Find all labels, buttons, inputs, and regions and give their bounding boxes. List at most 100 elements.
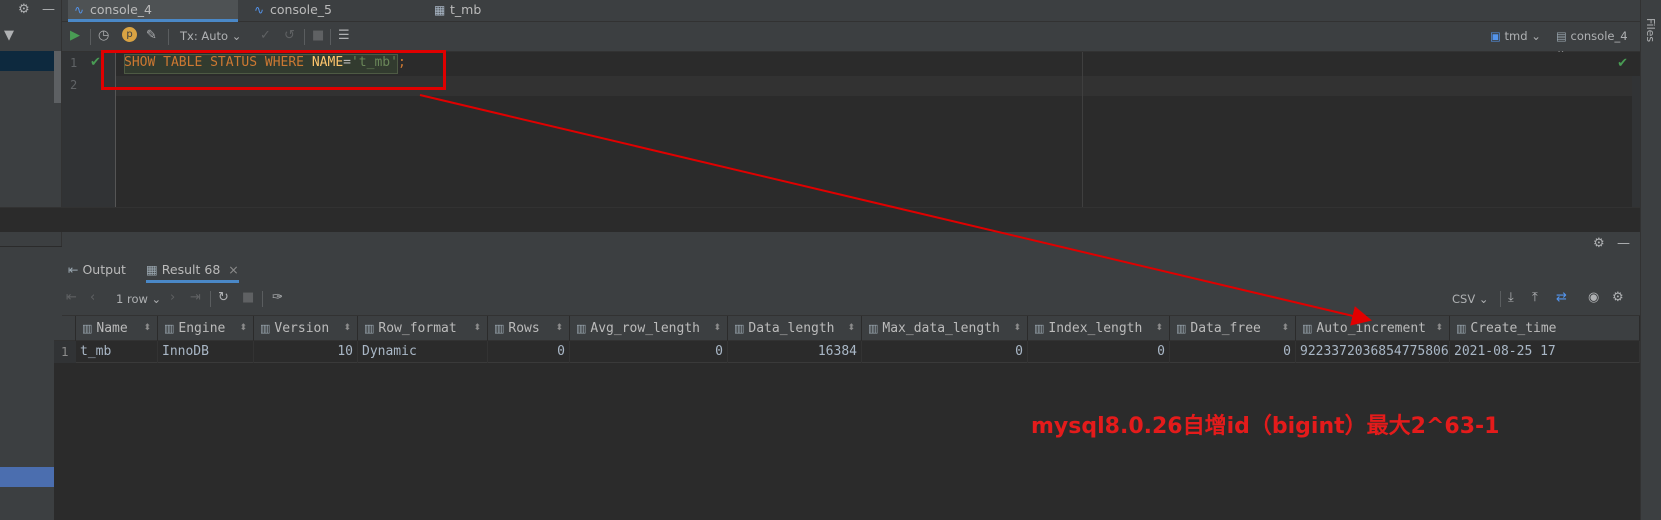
check-icon: ✔ [90,55,101,70]
column-label: Auto_increment [1316,321,1426,336]
table-cell[interactable]: 0 [488,341,570,363]
editor-scrollbar[interactable] [1632,76,1640,207]
compare-icon[interactable]: ⇄ [1556,290,1567,305]
tab-console-5[interactable]: ∿ console_5 [@localhost]× [248,0,418,37]
sort-icon[interactable]: ⬍ [713,316,721,341]
minimize-icon[interactable]: — [1617,236,1630,251]
column-label: Create_time [1470,321,1557,336]
table-cell[interactable]: 10 [254,341,358,363]
datagrip-window: ⚙ — ▼ Files ∿ console_4 [@localhost]× ∿ … [0,0,1661,520]
column-icon: ▥ [576,322,587,335]
column-icon: ▥ [260,322,271,335]
filter-icon[interactable]: ▼ [4,28,14,43]
output-layout-icon[interactable]: ☰ [338,28,350,43]
table-cell[interactable]: 2021-08-25 17 [1450,341,1640,363]
sort-icon[interactable]: ⬍ [239,316,247,341]
table-cell[interactable]: 0 [570,341,728,363]
column-icon: ▥ [1034,322,1045,335]
tab-t-mb[interactable]: ▦ t_mb [@localhost]× [428,0,578,37]
first-page-icon[interactable]: ⇤ [66,290,77,305]
column-header[interactable]: ▥ Data_length ⬍ [728,316,862,341]
sort-icon[interactable]: ⬍ [1155,316,1163,341]
column-label: Row_format [378,321,457,336]
history-icon[interactable]: ◷ [98,28,109,43]
parameters-icon[interactable]: p [122,27,137,42]
column-header[interactable]: ▥ Create_time [1450,316,1640,341]
settings-icon[interactable]: ⚙ [18,2,30,17]
column-header[interactable]: ▥ Auto_increment ⬍ [1296,316,1450,341]
line-number: 2 [70,78,78,92]
column-header[interactable]: ▥ Version ⬍ [254,316,358,341]
wrench-icon[interactable]: ✎ [146,28,157,43]
prev-page-icon[interactable]: ‹ [90,290,95,305]
column-icon: ▥ [734,322,745,335]
column-header[interactable]: ▥ Avg_row_length ⬍ [570,316,728,341]
settings-icon[interactable]: ⚙ [1612,290,1624,305]
close-icon[interactable]: × [228,262,238,277]
download-icon[interactable]: ⤓ [1508,290,1514,305]
table-cell[interactable]: 0 [862,341,1028,363]
table-cell[interactable]: 0 [1028,341,1170,363]
column-header[interactable]: ▥ Name ⬍ [76,316,158,341]
tab-console-4[interactable]: ∿ console_4 [@localhost]× [68,0,238,37]
column-header[interactable]: ▥ Index_length ⬍ [1028,316,1170,341]
column-header[interactable]: ▥ Engine ⬍ [158,316,254,341]
view-icon[interactable]: ◉ [1588,290,1599,305]
column-header[interactable]: ▥ Rows ⬍ [488,316,570,341]
minimize-icon[interactable]: — [42,2,55,17]
table-cell[interactable]: t_mb [76,341,158,363]
line-number: 1 [70,56,78,70]
files-tool-button[interactable]: Files [1644,18,1657,42]
table-row[interactable]: 1 t_mb InnoDB 10 Dynamic 0 0 16384 0 0 0… [54,341,1640,363]
sort-icon[interactable]: ⬍ [1435,316,1443,341]
column-label: Engine [178,321,226,336]
schema-selector[interactable]: ▣ tmd ⌄ [1490,29,1541,43]
stop-icon[interactable]: ■ [312,28,324,43]
sort-icon[interactable]: ⬍ [343,316,351,341]
export-format-dropdown[interactable]: CSV ⌄ [1452,292,1489,306]
table-cell[interactable]: 9223372036854775806 [1296,341,1450,363]
commit-icon[interactable]: ✓ [260,28,271,43]
column-label: Data_length [748,321,835,336]
sort-icon[interactable]: ⬍ [1013,316,1021,341]
sort-icon[interactable]: ⬍ [473,316,481,341]
sort-icon[interactable]: ⬍ [143,316,151,341]
sort-icon[interactable]: ⬍ [555,316,563,341]
selected-tree-item[interactable] [0,51,54,71]
tree-scrollbar[interactable] [54,51,61,103]
stop-icon[interactable]: ■ [242,290,254,305]
right-margin-guide [1082,52,1083,207]
column-header[interactable]: ▥ Max_data_length ⬍ [862,316,1028,341]
schema-label: tmd [1504,29,1528,43]
sort-icon[interactable]: ⬍ [847,316,855,341]
divider [262,291,263,307]
pin-icon[interactable]: ✑ [272,290,283,305]
table-cell[interactable]: 0 [1170,341,1296,363]
next-page-icon[interactable]: › [170,290,175,305]
divider [90,29,91,45]
row-count-dropdown[interactable]: 1 row ⌄ [116,292,161,306]
settings-icon[interactable]: ⚙ [1593,236,1605,251]
result-tabs: ⇤ Output ▦ Result 68 × [62,258,1640,284]
tab-output[interactable]: ⇤ Output [68,262,126,277]
table-cell[interactable]: Dynamic [358,341,488,363]
tx-mode-dropdown[interactable]: Tx: Auto ⌄ [180,29,241,43]
refresh-icon[interactable]: ↻ [218,290,229,305]
column-header[interactable]: ▥ Row_format ⬍ [358,316,488,341]
sort-icon[interactable]: ⬍ [1281,316,1289,341]
execute-icon[interactable]: ▶ [70,28,80,43]
panel-divider[interactable] [0,207,1640,232]
last-page-icon[interactable]: ⇥ [190,290,201,305]
rollback-icon[interactable]: ↺ [284,28,295,43]
row-number: 1 [54,341,76,363]
table-cell[interactable]: InnoDB [158,341,254,363]
column-icon: ▥ [364,322,375,335]
selected-service-item[interactable] [0,467,54,487]
column-header[interactable]: ▥ Data_free ⬍ [1170,316,1296,341]
row-number-header [54,316,76,341]
tab-result[interactable]: ▦ Result 68 × [146,262,239,283]
column-label: Avg_row_length [590,321,700,336]
grid-header: ▥ Name ⬍ ▥ Engine ⬍ ▥ Version ⬍ ▥ Row_format ⬍ ▥… [54,316,1640,341]
upload-icon[interactable]: ⤒ [1532,290,1538,305]
table-cell[interactable]: 16384 [728,341,862,363]
